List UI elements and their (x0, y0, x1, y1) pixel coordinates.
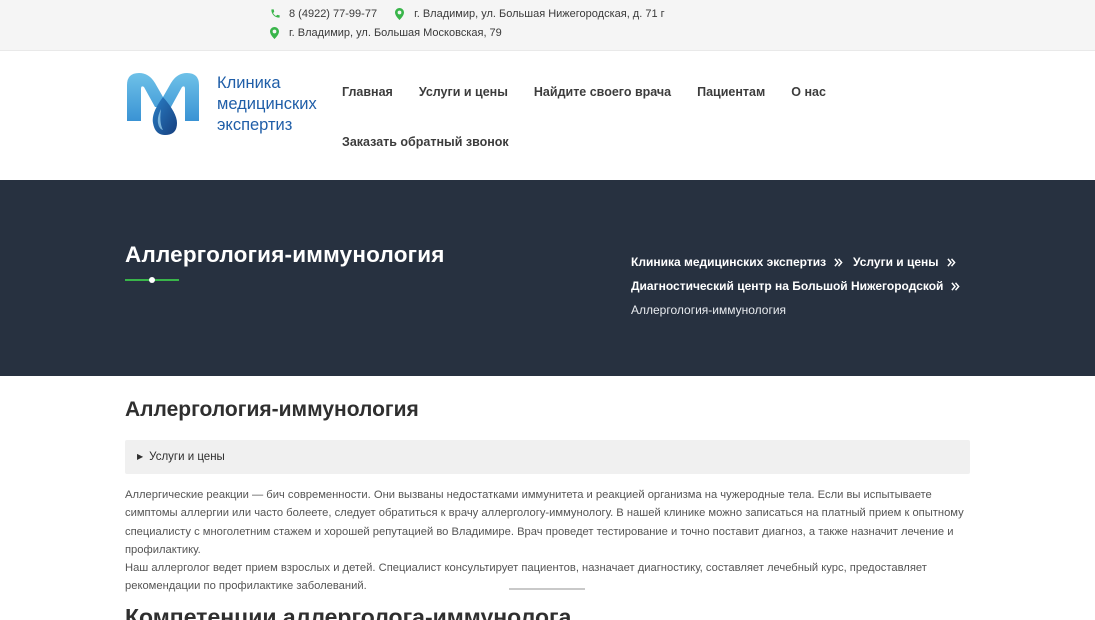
nav-item-callback[interactable]: Заказать обратный звонок (342, 135, 509, 149)
phone-number[interactable]: 8 (4922) 77-99-77 (289, 8, 377, 20)
logo-line-1: Клиника (217, 74, 281, 92)
nav-item-patients[interactable]: Пациентам (697, 85, 765, 99)
address-contact-1: г. Владимир, ул. Большая Нижегородская, … (395, 8, 665, 20)
main-navigation: Главная Услуги и цены Найдите своего вра… (342, 84, 826, 150)
nav-row-2: Заказать обратный звонок (342, 134, 812, 150)
address-text-2: г. Владимир, ул. Большая Московская, 79 (289, 27, 502, 39)
page-hero-banner: Аллергология-иммунология Клиника медицин… (0, 180, 1095, 376)
intro-paragraph-1: Аллергические реакции — бич современност… (125, 489, 964, 556)
details-summary-label: Услуги и цены (149, 451, 225, 463)
breadcrumb-row-3: Аллергология-иммунология (631, 302, 991, 318)
address-text-1: г. Владимир, ул. Большая Нижегородская, … (414, 8, 665, 20)
breadcrumb-item-home[interactable]: Клиника медицинских экспертиз (631, 255, 826, 269)
hero-title: Аллергология-иммунология (125, 242, 445, 267)
site-header: Клиника медицинских экспертиз Главная Ус… (0, 51, 1095, 180)
nav-item-about[interactable]: О нас (791, 85, 826, 99)
logo-text: Клиника медицинских экспертиз (217, 73, 317, 136)
logo-line-2: медицинских (217, 95, 317, 113)
breadcrumb-row-2: Диагностический центр на Большой Нижегор… (631, 278, 991, 294)
double-chevron-right-icon (951, 281, 961, 291)
nav-item-services[interactable]: Услуги и цены (419, 85, 508, 99)
double-chevron-right-icon (946, 257, 956, 267)
contact-row-1: 8 (4922) 77-99-77 г. Владимир, ул. Больш… (270, 8, 683, 20)
intro-paragraph-2: Наш аллерголог ведет прием взрослых и де… (125, 562, 927, 593)
logo-line-3: экспертиз (217, 116, 293, 134)
address-contact-2: г. Владимир, ул. Большая Московская, 79 (270, 27, 502, 39)
breadcrumb-row-1: Клиника медицинских экспертиз Услуги и ц… (631, 254, 991, 270)
hero-underline-dot (149, 277, 155, 283)
map-pin-icon (270, 27, 281, 39)
breadcrumb-current: Аллергология-иммунология (631, 303, 787, 317)
top-contact-bar: 8 (4922) 77-99-77 г. Владимир, ул. Больш… (0, 0, 1095, 51)
site-logo[interactable]: Клиника медицинских экспертиз (125, 71, 317, 137)
breadcrumb: Клиника медицинских экспертиз Услуги и ц… (631, 254, 991, 326)
competencies-heading: Компетенции аллерголога-иммунолога (125, 604, 572, 620)
contact-row-2: г. Владимир, ул. Большая Московская, 79 (270, 27, 520, 39)
breadcrumb-item-services[interactable]: Услуги и цены (853, 255, 939, 269)
intro-text: Аллергические реакции — бич современност… (125, 486, 970, 596)
nav-row-1: Главная Услуги и цены Найдите своего вра… (342, 84, 826, 100)
nav-item-home[interactable]: Главная (342, 85, 393, 99)
section-divider (509, 588, 585, 590)
triangle-right-icon: ▶ (137, 452, 144, 461)
phone-contact[interactable]: 8 (4922) 77-99-77 (270, 8, 377, 20)
breadcrumb-item-center[interactable]: Диагностический центр на Большой Нижегор… (631, 279, 943, 293)
logo-mark-icon (127, 73, 199, 135)
services-prices-details[interactable]: ▶ Услуги и цены (125, 440, 970, 474)
double-chevron-right-icon (834, 257, 843, 267)
map-pin-icon (395, 8, 406, 20)
phone-icon (270, 8, 281, 20)
content-title: Аллергология-иммунология (125, 398, 419, 421)
nav-item-find-doctor[interactable]: Найдите своего врача (534, 85, 671, 99)
